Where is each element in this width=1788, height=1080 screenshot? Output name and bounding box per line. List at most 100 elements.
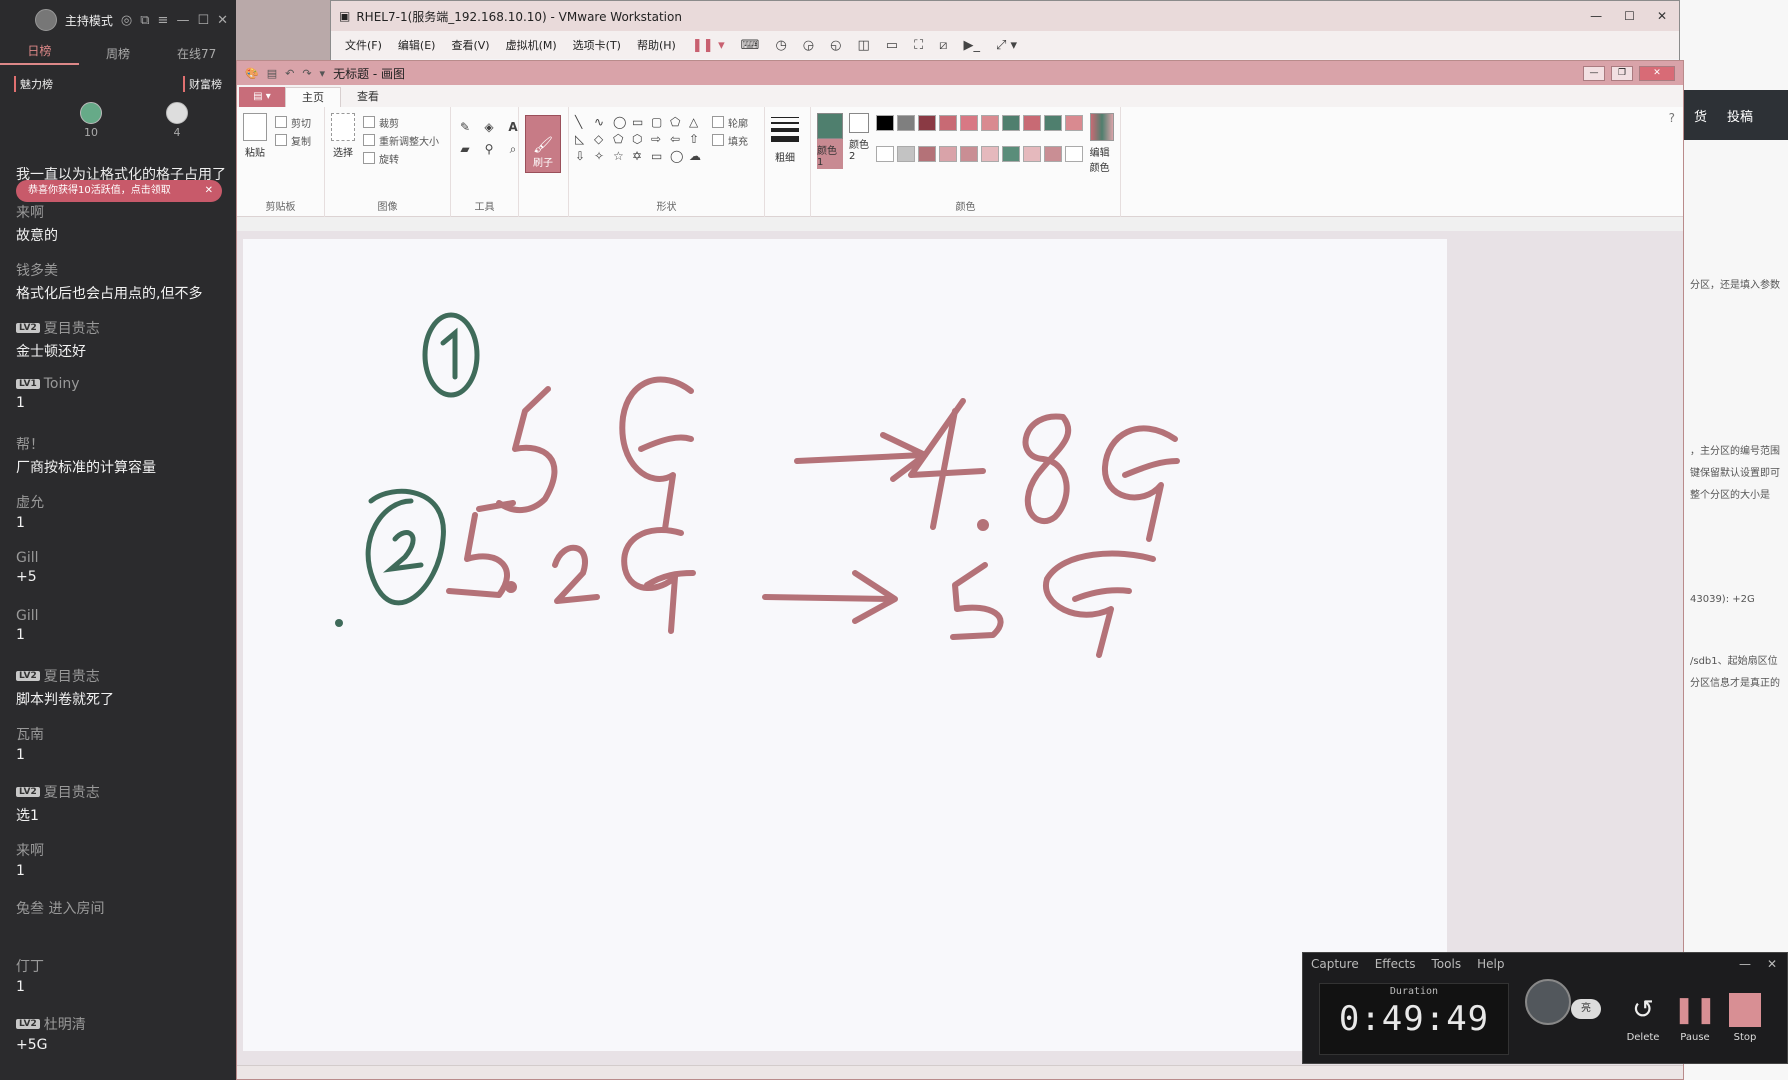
tab-view[interactable]: 查看 [341,87,395,107]
color-palette[interactable] [875,115,1084,174]
fullscreen-icon[interactable]: ⛶ [914,38,923,53]
pause-button[interactable]: ❚❚ Pause [1673,993,1717,1043]
chat-username[interactable]: Gill [16,608,231,624]
close-icon[interactable]: ✕ [1767,957,1777,971]
save-icon[interactable]: ▤ [267,67,277,80]
stretch-icon[interactable]: ⤢ ▾ [996,38,1017,53]
minimize-icon[interactable]: — [1739,957,1751,971]
chat-username[interactable]: 帮！ [16,434,231,454]
palette-swatch[interactable] [1022,115,1041,131]
palette-swatch[interactable] [959,115,978,131]
chat-username[interactable]: LV2 夏目贵志 [16,318,231,338]
doc-nav-item[interactable]: 投稿 [1727,106,1753,125]
crop-button[interactable]: 裁剪 [363,113,439,131]
chat-username[interactable]: LV2 杜明清 [16,1014,231,1034]
redo-icon[interactable]: ↷ [302,67,311,80]
palette-swatch[interactable] [938,115,957,131]
charm-board-label[interactable]: 魅力榜 [14,76,53,92]
chat-username[interactable]: 瓦南 [16,724,231,744]
chat-username[interactable]: 来啊 [16,840,231,860]
stop-button[interactable]: Stop [1723,993,1767,1043]
select-button[interactable]: 选择 [331,113,355,167]
minimize-icon[interactable]: — [1590,9,1602,23]
copy-button[interactable]: 复制 [275,131,311,149]
palette-swatch[interactable] [1064,146,1083,162]
tab-daily[interactable]: 日榜 [0,42,79,65]
console-view-icon[interactable]: ▭ [886,38,898,53]
menu-file[interactable]: 文件(F) [345,37,382,53]
help-icon[interactable]: ? [1669,111,1675,125]
settings-icon[interactable]: ◎ [121,13,132,28]
edit-colors-button[interactable]: 编辑颜色 [1090,113,1114,174]
palette-swatch[interactable] [1001,146,1020,162]
delete-button[interactable]: ↺ Delete [1621,993,1665,1043]
palette-swatch[interactable] [1043,146,1062,162]
color-picker-icon[interactable]: ⚲ [481,141,497,157]
palette-swatch[interactable] [896,146,915,162]
chat-username[interactable]: LV2 夏目贵志 [16,782,231,802]
paint-maximize-icon[interactable]: ❐ [1611,65,1633,81]
top-user[interactable]: 4 [166,102,188,139]
fill-bucket-icon[interactable]: ◈ [481,119,497,135]
menu-tabs[interactable]: 选项卡(T) [573,37,621,53]
resize-button[interactable]: 重新调整大小 [363,131,439,149]
tab-online[interactable]: 在线77 [157,45,236,62]
chat-username[interactable]: 来啊 [16,202,231,222]
restore-snapshot-icon[interactable]: ◶ [803,38,814,53]
color1-button[interactable]: 颜色 1 [817,113,843,169]
cut-button[interactable]: 剪切 [275,113,311,131]
menu-view[interactable]: 查看(V) [451,37,489,53]
snapshot-icon[interactable]: ◷ [775,38,786,53]
palette-swatch[interactable] [980,115,999,131]
snapshot-manager-icon[interactable]: ◵ [830,38,841,53]
chat-username[interactable]: 虚允 [16,492,231,512]
eraser-icon[interactable]: ▰ [457,141,473,157]
paint-close-icon[interactable]: ✕ [1639,65,1675,81]
horizontal-scrollbar[interactable] [237,1065,1683,1079]
size-button[interactable]: 粗细 [771,113,799,164]
chat-username[interactable]: LV1 Toiny [16,376,231,392]
palette-swatch[interactable] [1064,115,1083,131]
host-avatar[interactable] [34,9,57,31]
palette-swatch[interactable] [917,146,936,162]
chat-username[interactable]: LV2 夏目贵志 [16,666,231,686]
chat-username[interactable]: 兔叁 进入房间 [16,898,231,918]
close-notice-icon[interactable]: ✕ [205,180,213,202]
chat-username[interactable]: Gill [16,550,231,566]
customize-chevron-icon[interactable]: ▾ [320,67,326,80]
palette-swatch[interactable] [875,115,894,131]
reward-notice[interactable]: 恭喜你获得10活跃值，点击领取 ✕ [16,180,222,202]
tab-weekly[interactable]: 周榜 [79,45,158,62]
maximize-icon[interactable]: ☐ [1624,9,1635,23]
close-icon[interactable]: ✕ [1657,9,1667,23]
tab-home[interactable]: 主页 [285,87,341,107]
file-menu-button[interactable]: ▤ ▾ [239,87,285,107]
menu-help[interactable]: 帮助(H) [637,37,676,53]
wealth-board-label[interactable]: 财富榜 [183,76,222,92]
outline-button[interactable]: 轮廓 [712,113,748,131]
menu-tools[interactable]: Tools [1432,957,1462,971]
top-user[interactable]: 10 [80,102,102,139]
menu-capture[interactable]: Capture [1311,957,1359,971]
terminal-icon[interactable]: ▶_ [963,38,980,53]
close-icon[interactable]: ✕ [217,13,228,28]
palette-swatch[interactable] [980,146,999,162]
palette-swatch[interactable] [1022,146,1041,162]
drawing-canvas[interactable] [243,239,1447,1051]
minimize-icon[interactable]: — [176,13,189,28]
pause-vm-icon[interactable]: ❚❚ ▾ [692,38,725,53]
brushes-button[interactable]: 🖌 刷子 [525,115,561,173]
menu-edit[interactable]: 编辑(E) [398,37,436,53]
rotate-button[interactable]: 旋转 [363,149,439,167]
webcam-preview[interactable] [1525,979,1571,1025]
paste-button[interactable]: 粘贴 [243,113,267,159]
menu-effects[interactable]: Effects [1375,957,1416,971]
menu-vm[interactable]: 虚拟机(M) [506,37,557,53]
palette-swatch[interactable] [1001,115,1020,131]
maximize-icon[interactable]: ☐ [197,13,209,28]
undo-icon[interactable]: ↶ [285,67,294,80]
fill-button[interactable]: 填充 [712,131,748,149]
palette-swatch[interactable] [875,146,894,162]
pencil-icon[interactable]: ✎ [457,119,473,135]
shapes-gallery[interactable]: ╲ ∿ ◯ ▭ ▢ ⬠ △ ◺ ◇ ⬠ ⬡ ⇨ ⇦ ⇧ ⇩ ✧ ☆ ✡ ▭ ◯ ☁ [575,115,706,163]
